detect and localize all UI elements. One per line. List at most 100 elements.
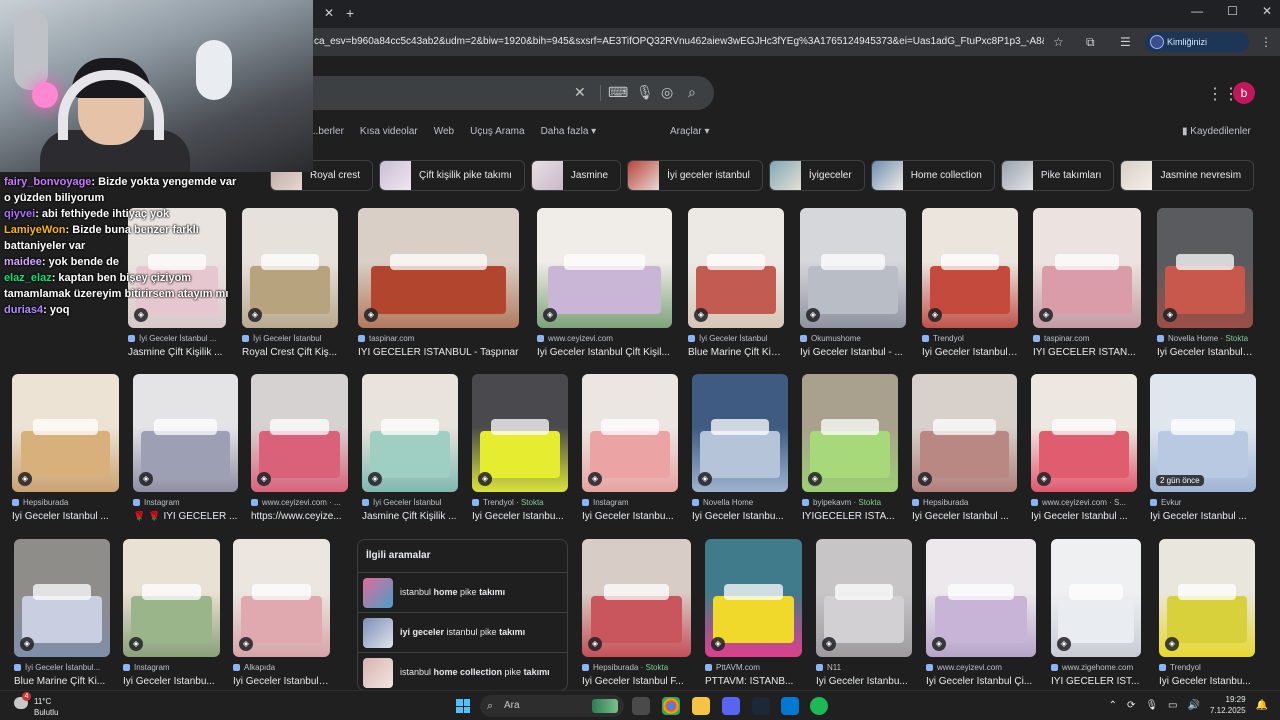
result-title[interactable]: İyi Geceler İstanbul ... — [12, 511, 119, 522]
result-title[interactable]: İYİ GECELER İSTANBUL - Taşpınar — [358, 347, 519, 358]
result-title[interactable]: İyi Geceler İstanbul ... — [1150, 511, 1256, 522]
chip[interactable]: İyi geceler istanbul — [627, 160, 763, 191]
result-title[interactable]: İyi Geceler İstanbul Çi... — [926, 676, 1036, 687]
result-thumbnail[interactable]: ◈ — [800, 208, 906, 328]
image-result[interactable]: ◈ www.ceyizevi.com İyi Geceler İstanbul Çi… — [926, 539, 1036, 690]
result-thumbnail[interactable]: ◈ — [688, 208, 784, 328]
result-source[interactable]: byipekavm · Stokta — [802, 498, 898, 507]
result-title[interactable]: İYİGECELER İSTA... — [802, 511, 898, 522]
url-text[interactable]: ca_esv=b960a84cc5c43ab2&udm=2&biw=1920&b… — [314, 36, 1044, 47]
tab-news[interactable]: ...berler — [310, 126, 344, 137]
chip[interactable]: Home collection — [870, 160, 995, 191]
result-thumbnail[interactable]: ◈ — [1051, 539, 1141, 657]
tab-web[interactable]: Web — [434, 126, 454, 137]
result-source[interactable]: www.ceyizevi.com · S... — [1031, 498, 1137, 507]
result-title[interactable]: İyi Geceler İstanbu... — [123, 676, 220, 687]
image-result[interactable]: ◈ Hepsiburada · Stokta İyi Geceler İstanbu… — [582, 539, 691, 690]
image-result[interactable]: 2 gün önce Evkur İyi Geceler İstanbul ... — [1150, 374, 1256, 526]
result-thumbnail[interactable]: ◈ — [926, 539, 1036, 657]
result-source[interactable]: Novella Home — [692, 498, 788, 507]
result-title[interactable]: İyi Geceler İstanbu... — [582, 511, 678, 522]
image-result[interactable]: ◈ byipekavm · Stokta İYİGECELER İSTA... — [802, 374, 898, 526]
image-result[interactable]: ◈ İyi Geceler İstanbul Jasmine Çift Kişili… — [362, 374, 458, 526]
result-thumbnail[interactable]: ◈ — [922, 208, 1018, 328]
result-thumbnail[interactable]: ◈ — [692, 374, 788, 492]
result-title[interactable]: İyi Geceler İstanbu... — [1159, 676, 1255, 687]
result-source[interactable]: Instagram — [123, 663, 220, 672]
image-result[interactable]: ◈ Hepsiburada İyi Geceler İstanbul ... — [12, 374, 119, 526]
image-result[interactable]: ◈ Hepsiburada İyi Geceler İstanbul ... — [912, 374, 1017, 526]
result-source[interactable]: Trendyol — [1159, 663, 1255, 672]
search-input[interactable]: ✕ ⌨ 🎙 ◎ ⌕ — [300, 76, 714, 110]
result-source[interactable]: Instagram — [582, 498, 678, 507]
browser-menu-icon[interactable]: ⋮ — [1260, 35, 1272, 49]
windows-start-icon[interactable] — [456, 699, 470, 713]
result-source[interactable]: www.ceyizevi.com — [926, 663, 1036, 672]
image-result[interactable]: ◈ Novella Home İyi Geceler İstanbu... — [692, 374, 788, 526]
result-title[interactable]: Royal Crest Çift Kiş... — [242, 347, 338, 358]
result-source[interactable]: www.ceyizevi.com · ... — [251, 498, 348, 507]
result-source[interactable]: Evkur — [1150, 498, 1256, 507]
image-result[interactable]: ◈ www.ceyizevi.com · ... https://www.ceyiz… — [251, 374, 348, 526]
related-search-item[interactable]: istanbul home pike takımı — [358, 572, 567, 612]
image-result[interactable]: ◈ Trendyol İyi Geceler İstanbul ... — [922, 208, 1018, 362]
image-result[interactable]: ◈ Instagram İyi Geceler İstanbu... — [582, 374, 678, 526]
result-thumbnail[interactable]: ◈ — [802, 374, 898, 492]
result-title[interactable]: İyi Geceler İstanbul ... — [1157, 347, 1253, 358]
result-source[interactable]: Hepsiburada · Stokta — [582, 663, 691, 672]
image-result[interactable]: ◈ Novella Home · Stokta İyi Geceler İstanb… — [1157, 208, 1253, 362]
chip[interactable]: Jasmine nevresim — [1120, 160, 1255, 191]
result-thumbnail[interactable]: ◈ — [1031, 374, 1137, 492]
image-result[interactable]: ◈ www.ceyizevi.com · S... İyi Geceler İsta… — [1031, 374, 1137, 526]
file-explorer-icon[interactable] — [692, 697, 710, 715]
result-title[interactable]: 🌹 🌹 İYİ GECELER ... — [133, 511, 238, 522]
clock[interactable]: 19:29 7.12.2025 — [1210, 694, 1246, 716]
result-thumbnail[interactable]: ◈ — [537, 208, 672, 328]
image-result[interactable]: ◈ PttAVM.com PTTAVM: İSTANB... — [705, 539, 802, 690]
photos-icon[interactable] — [781, 697, 799, 715]
spotify-icon[interactable] — [810, 697, 828, 715]
saved-button[interactable]: ▮ Kaydedilenler — [1182, 126, 1251, 137]
result-thumbnail[interactable]: ◈ — [358, 208, 519, 328]
task-view-icon[interactable] — [632, 697, 650, 715]
result-thumbnail[interactable]: 2 gün önce — [1150, 374, 1256, 492]
result-title[interactable]: İyi Geceler İstanbul ... — [1031, 511, 1137, 522]
tab-flights[interactable]: Uçuş Arama — [470, 126, 524, 137]
result-source[interactable]: N11 — [816, 663, 912, 672]
result-thumbnail[interactable]: ◈ — [1157, 208, 1253, 328]
result-source[interactable]: İyi Geceler İstanbul — [242, 334, 338, 343]
result-title[interactable]: Jasmine Çift Kişilik ... — [128, 347, 226, 358]
result-thumbnail[interactable]: ◈ — [582, 539, 691, 657]
bookmark-star-icon[interactable]: ☆ — [1053, 35, 1064, 49]
result-title[interactable]: İyi Geceler İstanbul Çi... — [233, 676, 330, 687]
image-result[interactable]: ◈ N11 İyi Geceler İstanbu... — [816, 539, 912, 690]
result-thumbnail[interactable]: ◈ — [123, 539, 220, 657]
result-thumbnail[interactable]: ◈ — [133, 374, 238, 492]
minimize-icon[interactable]: — — [1191, 4, 1203, 18]
result-title[interactable]: İyi Geceler İstanbul Çift Kişil... — [537, 347, 672, 358]
result-source[interactable]: İyi Geceler İstanbul... — [14, 663, 110, 672]
steam-icon[interactable] — [752, 697, 770, 715]
result-thumbnail[interactable]: ◈ — [912, 374, 1017, 492]
volume-icon[interactable]: 🔊 — [1188, 700, 1200, 711]
result-source[interactable]: www.zigehome.com — [1051, 663, 1141, 672]
result-title[interactable]: İyi Geceler İstanbu... — [816, 676, 912, 687]
result-source[interactable]: Trendyol · Stokta — [472, 498, 568, 507]
result-source[interactable]: taspinar.com — [1033, 334, 1141, 343]
sync-icon[interactable]: ⟳ — [1127, 700, 1135, 711]
tools-button[interactable]: Araçlar ▾ — [670, 126, 709, 137]
image-result[interactable]: ◈ Okumushome İyi Geceler İstanbul - ... — [800, 208, 906, 362]
result-thumbnail[interactable]: ◈ — [472, 374, 568, 492]
chip[interactable]: Çift kişilik pike takımı — [379, 160, 525, 191]
image-result[interactable]: ◈ www.ceyizevi.com İyi Geceler İstanbul Çi… — [537, 208, 672, 362]
result-source[interactable]: İyi Geceler İstanbul — [688, 334, 784, 343]
extensions-icon[interactable]: ⧉ — [1086, 35, 1095, 50]
account-avatar[interactable]: b — [1233, 82, 1255, 104]
chip[interactable]: Jasmine — [530, 160, 622, 191]
close-window-icon[interactable]: ✕ — [1262, 4, 1272, 18]
result-thumbnail[interactable]: ◈ — [12, 374, 119, 492]
lens-camera-icon[interactable]: ◎ — [661, 84, 673, 101]
image-result[interactable]: ◈ taspinar.com İYİ GECELER İSTANBUL - Taşp… — [358, 208, 519, 362]
result-title[interactable]: İyi Geceler İstanbul F... — [582, 676, 691, 687]
search-icon[interactable]: ⌕ — [688, 84, 696, 101]
